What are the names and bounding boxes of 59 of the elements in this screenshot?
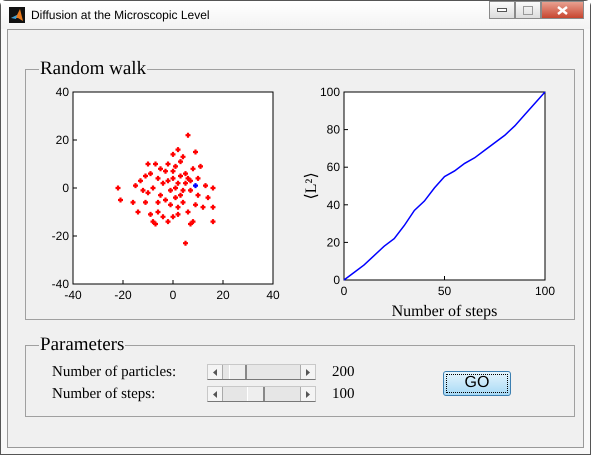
data-point <box>116 196 124 204</box>
close-button[interactable] <box>541 1 584 19</box>
data-point <box>204 194 212 202</box>
group-title: Parameters <box>39 334 126 356</box>
scroll-left-button[interactable] <box>208 387 223 401</box>
minimize-icon <box>497 8 507 12</box>
slider[interactable] <box>207 364 316 380</box>
data-point <box>209 204 217 211</box>
app-icon <box>9 7 25 23</box>
axis-label: ⟨L²⟩ <box>303 172 320 200</box>
tick-label: 50 <box>438 284 452 298</box>
go-button[interactable]: GO <box>443 370 511 396</box>
slider-thumb[interactable] <box>247 387 266 401</box>
tick-label: 0 <box>170 288 176 302</box>
tick-label: 40 <box>266 288 280 302</box>
close-icon <box>557 6 568 14</box>
data-point <box>192 148 200 156</box>
scroll-right-button[interactable] <box>300 365 315 379</box>
slider-label: Number of steps: <box>52 386 156 402</box>
tick-label: 60 <box>326 160 340 174</box>
axis-label: Number of steps <box>392 303 498 320</box>
group-title: Random walk <box>39 58 148 80</box>
slider-label: Number of particles: <box>52 364 178 380</box>
tick-label: 20 <box>56 133 69 147</box>
maximize-button[interactable] <box>515 1 541 19</box>
maximize-icon <box>523 6 533 14</box>
right-arrow-icon <box>306 368 310 376</box>
tick-label: 20 <box>216 288 230 302</box>
tick-label: 40 <box>326 198 340 212</box>
scroll-right-button[interactable] <box>300 387 315 401</box>
slider-thumb[interactable] <box>228 365 247 379</box>
tick-label: -20 <box>114 288 132 302</box>
tick-label: 100 <box>320 85 340 99</box>
minimize-button[interactable] <box>489 1 515 19</box>
tick-label: 40 <box>56 85 69 99</box>
tick-label: 0 <box>62 181 69 195</box>
scroll-left-button[interactable] <box>208 365 223 379</box>
tick-label: -20 <box>52 229 69 243</box>
tick-label: -40 <box>52 277 69 291</box>
tick-label: 80 <box>326 122 340 137</box>
tick-label: 0 <box>340 284 348 298</box>
tick-label: -40 <box>64 288 82 302</box>
data-point <box>182 240 190 247</box>
slider-value: 200 <box>332 364 356 380</box>
tick-label: 0 <box>333 273 340 287</box>
window-title: Diffusion at the Microscopic Level <box>31 8 211 22</box>
left-arrow-icon <box>213 390 217 398</box>
data-point <box>184 132 192 139</box>
data-point <box>142 198 150 206</box>
slider-value: 100 <box>332 386 356 402</box>
right-arrow-icon <box>306 390 310 398</box>
data-point <box>134 208 142 216</box>
left-arrow-icon <box>213 368 217 376</box>
data-point <box>129 198 137 206</box>
slider[interactable] <box>207 386 316 402</box>
data-point <box>209 218 217 226</box>
tick-label: 20 <box>326 235 340 250</box>
data-point <box>114 184 122 192</box>
tick-label: 100 <box>534 284 556 298</box>
